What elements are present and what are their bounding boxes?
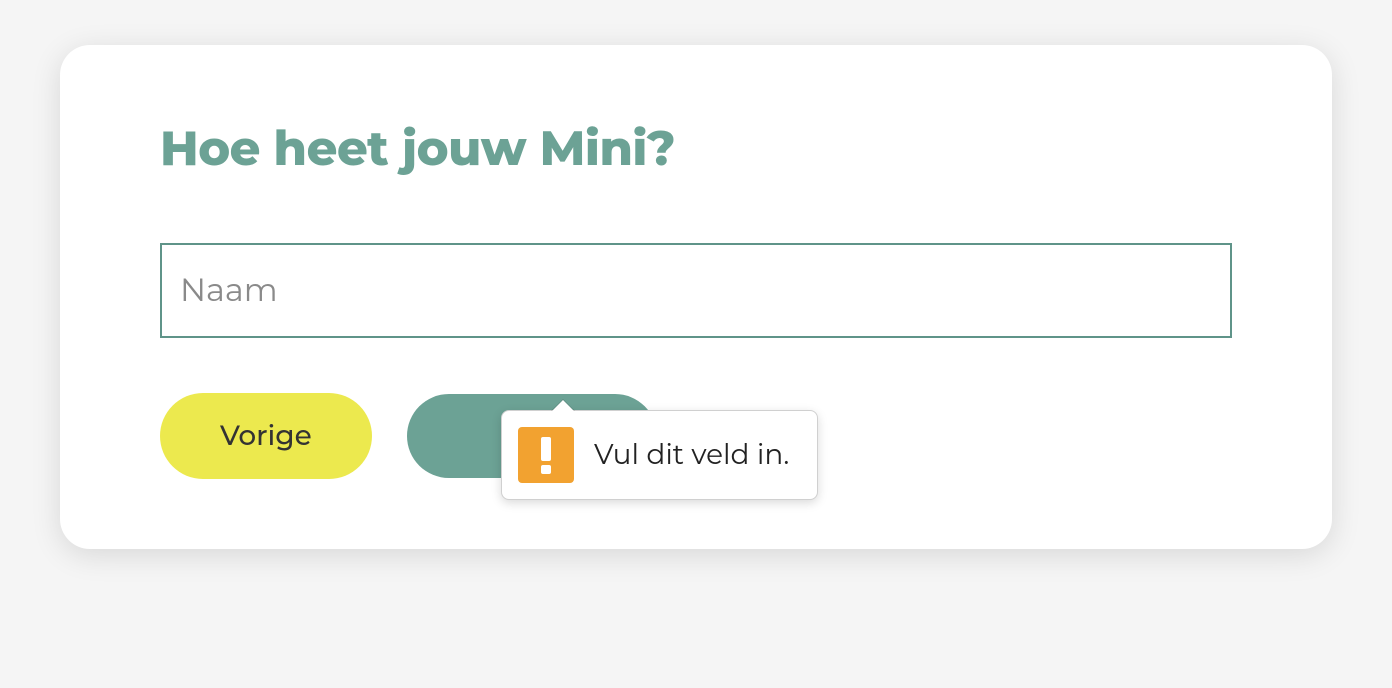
warning-icon [518,427,574,483]
name-input[interactable] [160,243,1232,338]
tooltip-box: Vul dit veld in. [501,410,818,500]
validation-tooltip: Vul dit veld in. [501,410,818,500]
validation-message: Vul dit veld in. [594,438,789,472]
previous-button[interactable]: Vorige [160,393,372,479]
form-title: Hoe heet jouw Mini? [160,120,1232,178]
tooltip-arrow [551,400,575,412]
form-card: Hoe heet jouw Mini? Vorige Vul dit veld … [60,45,1332,549]
